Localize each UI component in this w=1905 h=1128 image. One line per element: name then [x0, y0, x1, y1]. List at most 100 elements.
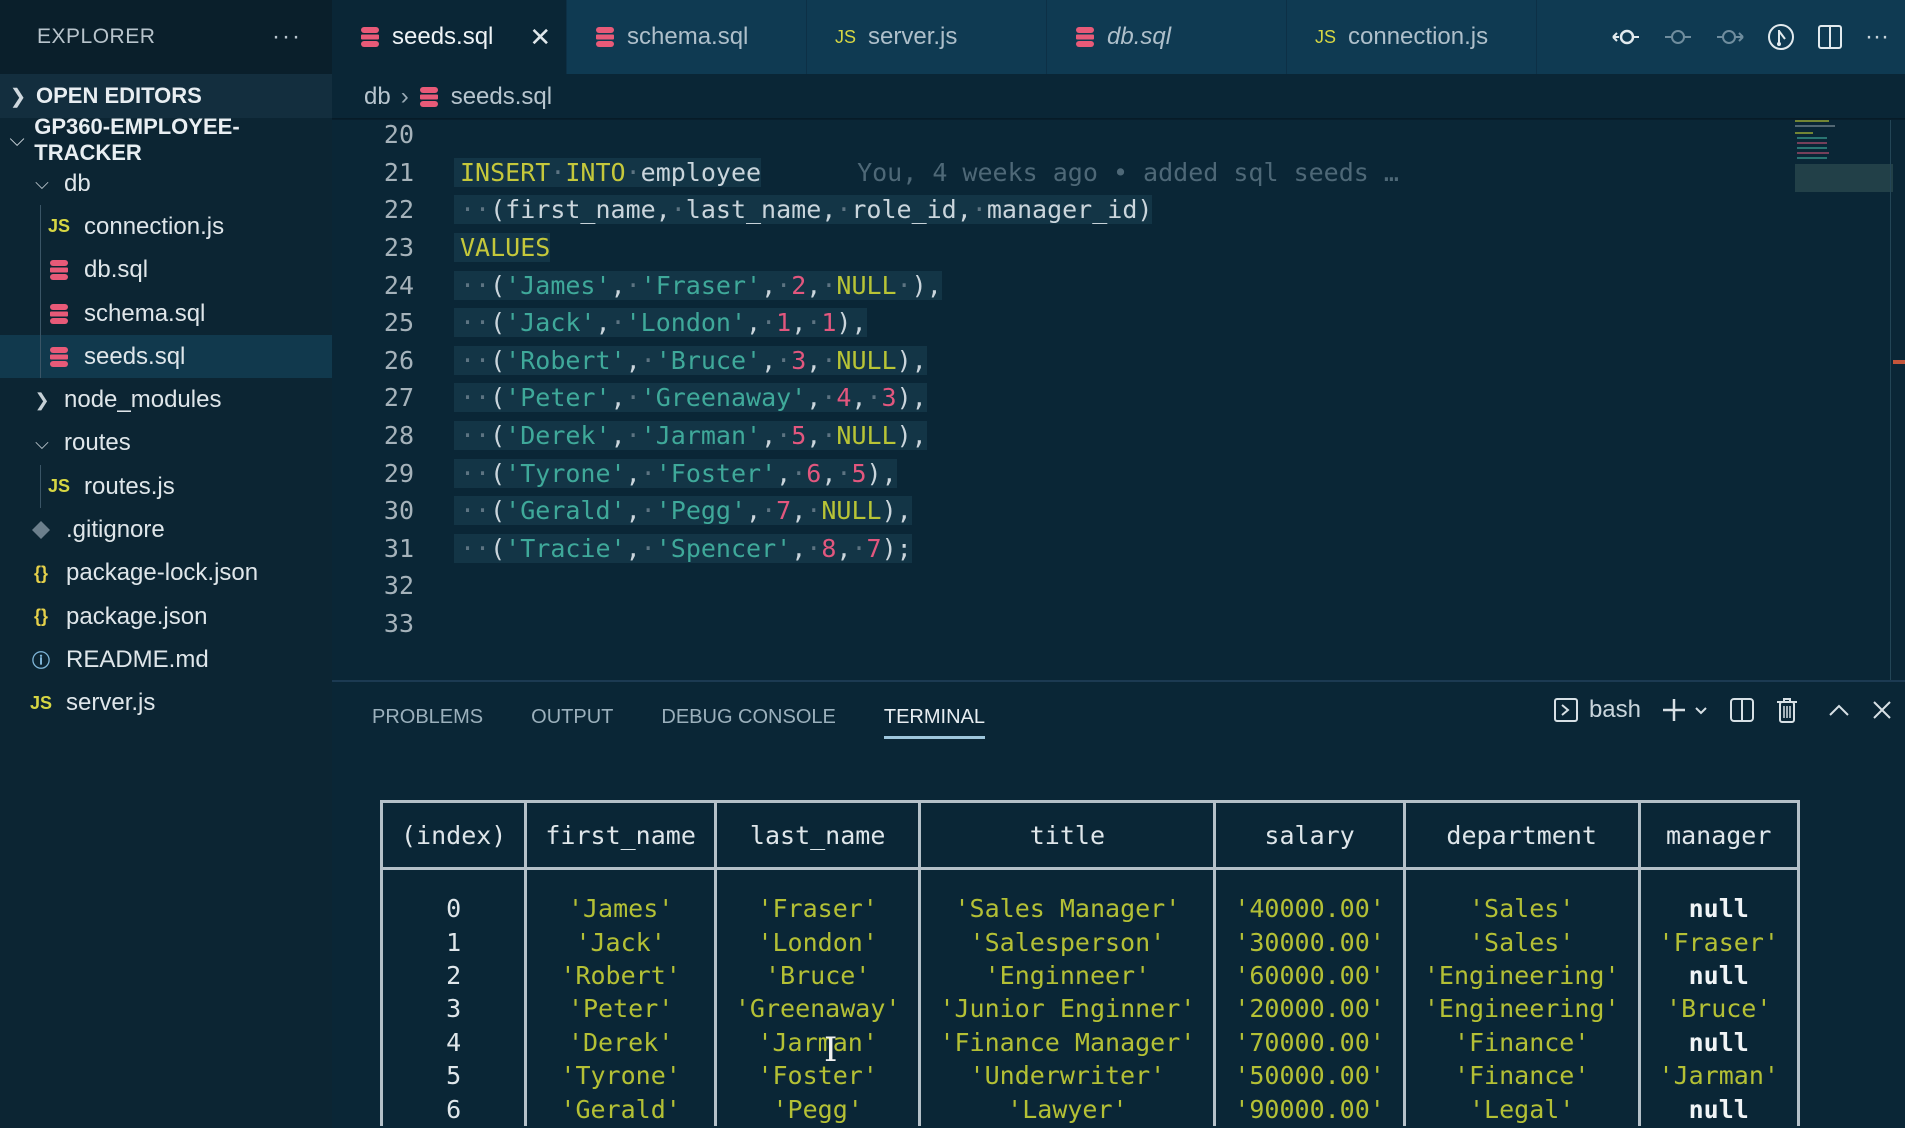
more-actions-icon[interactable]: ···	[272, 23, 302, 51]
table-cell: 'Fraser'	[1637, 925, 1800, 959]
editor-tab[interactable]: schema.sql	[567, 0, 807, 74]
tree-file[interactable]: JS routes.js	[0, 465, 332, 509]
line-number: 20	[383, 120, 414, 150]
tree-file[interactable]: seeds.sql	[0, 335, 332, 379]
code-editor[interactable]: 20 21 INSERT·INTO·employee You, 4 weeks ago…	[332, 120, 1905, 680]
table-cell: 6	[379, 1092, 528, 1126]
git-next-change-icon[interactable]	[1715, 26, 1745, 48]
tree-file[interactable]: JS server.js	[0, 682, 332, 725]
code-content: ··('Robert',·'Bruce',·3,·NULL),	[454, 345, 927, 375]
token-ws: ·	[806, 308, 822, 338]
table-cell: 'Legal'	[1402, 1092, 1641, 1126]
split-editor-icon[interactable]	[1817, 24, 1843, 50]
open-editors-label: OPEN EDITORS	[36, 83, 202, 108]
tree-folder[interactable]: ⌵ db	[0, 162, 332, 205]
terminal-dropdown-icon[interactable]	[1693, 702, 1709, 718]
js-file-icon: JS	[1315, 26, 1337, 47]
token-ws: ··	[460, 383, 491, 413]
token-plain: (	[490, 345, 506, 375]
chevron-right-icon: ❯	[34, 389, 50, 410]
table-cell: 5	[379, 1058, 528, 1093]
mouse-ibeam-cursor: I	[824, 1030, 838, 1070]
tree-folder[interactable]: ❯ node_modules	[0, 378, 332, 421]
table-cell: 'Sales'	[1402, 868, 1641, 926]
panel-tab-terminal[interactable]: TERMINAL	[883, 697, 986, 739]
editor-tab[interactable]: db.sql	[1047, 0, 1287, 74]
token-plain: ),	[881, 496, 912, 526]
token-str: 'Bruce'	[655, 345, 762, 375]
token-plain: ,	[625, 345, 641, 375]
token-plain: ,	[610, 421, 626, 451]
minimap[interactable]	[1773, 120, 1893, 220]
tree-item-label: routes.js	[84, 472, 175, 500]
maximize-panel-icon[interactable]	[1827, 700, 1851, 720]
table-cell: 2	[379, 958, 528, 993]
kill-terminal-icon[interactable]	[1775, 696, 1799, 724]
open-editors-section[interactable]: ❯ OPEN EDITORS	[0, 74, 332, 118]
project-section[interactable]: ⌵ GP360-EMPLOYEE-TRACKER	[0, 114, 332, 165]
tree-item-label: seeds.sql	[84, 342, 186, 370]
table-header-row: (index) first_name last_name title salary dep…	[379, 800, 1800, 870]
code-line: 26 ··('Robert',·'Bruce',·3,·NULL),	[332, 342, 927, 380]
table-row: 4 'Derek' 'Jarman' 'Finance Manager' '70000.…	[379, 1025, 1800, 1059]
tree-file[interactable]: {} package.json	[0, 595, 332, 638]
tree-item-label: package-lock.json	[66, 559, 259, 587]
token-ws: ·	[625, 270, 641, 300]
editor-tab[interactable]: JS server.js	[807, 0, 1047, 74]
shell-name: bash	[1588, 696, 1641, 723]
indent-guide	[40, 335, 41, 379]
tree-file[interactable]: .gitignore	[0, 508, 332, 551]
tree-file[interactable]: db.sql	[0, 248, 332, 292]
token-str: 'Foster'	[655, 458, 777, 488]
token-str: 'James'	[505, 270, 611, 300]
json-file-icon: {}	[33, 606, 48, 627]
token-num: 4	[836, 383, 852, 413]
table-cell: 1	[379, 925, 528, 959]
tree-file[interactable]: JS connection.js	[0, 205, 332, 249]
table-row: 5 'Tyrone' 'Foster' 'Underwriter' '50000.00'…	[379, 1058, 1800, 1093]
table-cell: 'Enginneer'	[918, 958, 1217, 993]
token-plain: (	[490, 496, 506, 526]
git-timeline-icon[interactable]	[1767, 23, 1795, 51]
editor-scrollbar[interactable]	[1890, 120, 1905, 680]
close-panel-icon[interactable]	[1871, 699, 1893, 721]
table-cell: 'Junior Enginner'	[918, 992, 1217, 1026]
split-terminal-icon[interactable]	[1729, 697, 1755, 723]
new-terminal-icon[interactable]	[1661, 697, 1687, 723]
tree-file[interactable]: ⓘ README.md	[0, 638, 332, 681]
breadcrumb-file[interactable]: seeds.sql	[451, 83, 552, 111]
panel-tab-debug-console[interactable]: DEBUG CONSOLE	[661, 697, 835, 737]
code-content: ··(first_name,·last_name,·role_id,·manag…	[454, 195, 1153, 225]
editor-tab[interactable]: seeds.sql ✕	[332, 0, 567, 74]
token-ws: ·	[625, 383, 641, 413]
token-plain: );	[881, 533, 912, 563]
more-actions-icon[interactable]: ···	[1865, 23, 1889, 51]
token-plain: ,	[746, 496, 762, 526]
tree-file[interactable]: {} package-lock.json	[0, 552, 332, 595]
table-column-header: manager	[1637, 800, 1800, 870]
token-plain: ,	[791, 533, 807, 563]
breadcrumb-folder[interactable]: db	[364, 83, 391, 111]
token-ws: ·	[851, 533, 867, 563]
token-ws: ··	[460, 458, 491, 488]
code-line: 33	[332, 605, 460, 643]
token-ws: ·	[610, 308, 626, 338]
table-cell: 'Sales Manager'	[918, 868, 1217, 926]
terminal-selector[interactable]: bash	[1553, 696, 1641, 724]
close-tab-icon[interactable]: ✕	[529, 22, 551, 53]
panel-tab-problems[interactable]: PROBLEMS	[372, 697, 483, 737]
editor-tab[interactable]: JS connection.js	[1287, 0, 1537, 74]
tree-folder[interactable]: ⌵ routes	[0, 422, 332, 465]
table-cell: 'Engineering'	[1402, 958, 1641, 993]
git-previous-change-icon[interactable]	[1611, 26, 1641, 48]
git-stage-change-icon[interactable]	[1663, 26, 1693, 48]
tree-file[interactable]: schema.sql	[0, 291, 332, 336]
table-cell: 'Derek'	[524, 1025, 717, 1059]
explorer-header: EXPLORER ···	[0, 0, 332, 74]
code-content: ··('Tyrone',·'Foster',·6,·5),	[454, 458, 897, 488]
line-number: 27	[383, 383, 414, 413]
token-ws: ··	[460, 270, 491, 300]
git-file-icon	[28, 520, 54, 540]
panel-tab-output[interactable]: OUTPUT	[531, 697, 613, 737]
token-ws: ·	[866, 383, 882, 413]
